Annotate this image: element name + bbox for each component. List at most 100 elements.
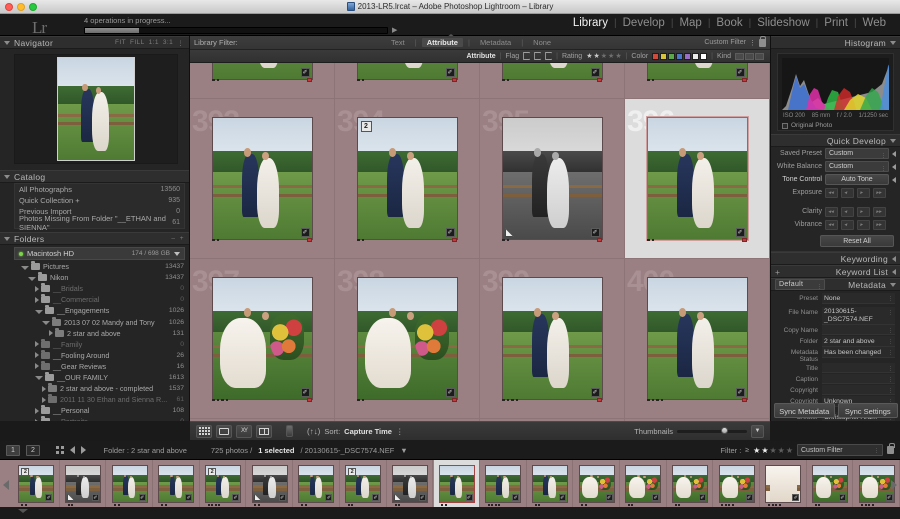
filmstrip-thumbnail[interactable]: ✐ [485, 464, 522, 503]
vibrance-plus-plus-button[interactable]: ▸▸ [873, 219, 886, 230]
folder-row[interactable]: 2 star and above - completed 1537 [14, 383, 189, 394]
grid-cell[interactable]: 399✐ [480, 259, 625, 419]
saved-preset-row[interactable]: Saved Preset Custom ⋮ [771, 147, 900, 160]
folder-row[interactable]: 2011 11 30 Ethan and Sienna R... 61 [14, 394, 189, 405]
folder-disclosure-icon[interactable] [35, 418, 39, 421]
filmstrip-thumbnail[interactable]: ✐ [578, 464, 615, 503]
filmstrip-cell[interactable]: ✐ [107, 460, 154, 507]
library-filter-tabs[interactable]: Text | Attribute | Metadata | None [386, 38, 556, 47]
rating-filter-star-1[interactable]: ★ [586, 52, 592, 60]
color-label-chip-red[interactable] [742, 78, 747, 82]
module-library[interactable]: Library [567, 17, 614, 29]
folders-disclosure-icon[interactable] [4, 236, 10, 241]
grid-cell-rating-dots[interactable] [647, 78, 654, 82]
rating-filter-star-4[interactable]: ★ [608, 52, 614, 60]
thumbnail-size-slider[interactable] [677, 426, 747, 434]
color-label-chip-red[interactable] [452, 78, 457, 82]
develop-settings-badge[interactable]: ✐ [605, 493, 613, 501]
color-label-chip-red[interactable] [307, 238, 312, 242]
metadata-field[interactable]: Metadata Status Has been changed ⋮ [771, 347, 900, 363]
vibrance-steppers[interactable]: ◂◂ ◂ ▸ ▸▸ [825, 219, 886, 230]
go-forward-arrow-icon[interactable] [80, 446, 86, 454]
sort-direction-icon[interactable]: (↑↓) [307, 427, 320, 436]
color-label-chip-red[interactable] [597, 398, 602, 402]
filmstrip-filter-area[interactable]: Filter : ≥ ★ ★ ★ ★ ★ Custom Filter ⋮ [720, 443, 895, 456]
navigator-zoom-menu-icon[interactable]: ⋮ [177, 39, 184, 47]
zoom-window-button[interactable] [29, 3, 37, 11]
filmstrip-thumbnail[interactable]: 2 ✐ [205, 464, 242, 503]
filmstrip-track[interactable]: 2 ✐ ✐ ✐ ✐ 2 ✐ ✐ ✐ 2 ✐ ✐ ✐ ✐ ✐ ✐ ✐ ✐ ✐ ✐ ✐ ✐ [0, 460, 900, 507]
folder-row[interactable]: 2013 07 02 Mandy and Tony 1026 [14, 316, 189, 327]
filmstrip-thumbnail[interactable]: ✐ [438, 464, 475, 503]
develop-settings-badge[interactable]: ✐ [885, 493, 893, 501]
filmstrip-thumbnail[interactable]: 2 ✐ [18, 464, 55, 503]
filmstrip-previous-icon[interactable] [3, 480, 9, 490]
sort-menu-icon[interactable]: ⋮ [396, 427, 404, 436]
volume-row-macintosh-hd[interactable]: Macintosh HD 174 / 698 GB [14, 247, 185, 260]
grid-cell-rating-dots[interactable] [502, 398, 518, 402]
clarity-minus-button[interactable]: ◂ [841, 206, 854, 217]
folder-row[interactable]: __OUR FAMILY 1613 [14, 371, 189, 383]
develop-settings-badge[interactable]: ✐ [92, 493, 100, 501]
grid-cell[interactable]: 3942✐ [335, 99, 480, 259]
stack-count-badge[interactable]: 2 [360, 121, 372, 132]
grid-thumbnail[interactable]: ✐ [211, 117, 313, 240]
develop-settings-badge[interactable]: ✐ [278, 493, 286, 501]
color-swatch-3[interactable] [668, 52, 676, 60]
metadata-field-value[interactable]: 20130615-_DSC7574.NEF ⋮ [822, 307, 895, 325]
develop-settings-badge[interactable]: ✐ [745, 493, 753, 501]
grid-cell[interactable]: 398✐ [335, 259, 480, 419]
painter-spray-icon[interactable] [286, 425, 293, 437]
keywording-disclosure-icon[interactable] [892, 255, 896, 262]
filmstrip-cell[interactable]: 2 ✐ [14, 460, 60, 507]
color-label-swatches[interactable] [652, 52, 708, 60]
metadata-header[interactable]: Default ⋮ Metadata [771, 278, 900, 291]
grid-cell[interactable]: 396✐ [625, 99, 770, 259]
filmstrip-cell[interactable]: ✐ [60, 460, 107, 507]
clarity-row[interactable]: Clarity ◂◂ ◂ ▸ ▸▸ [771, 205, 900, 218]
filmstrip-toggle-icon[interactable] [18, 509, 28, 513]
white-balance-select[interactable]: Custom ⋮ [825, 161, 889, 172]
navigator-zoom-fill[interactable]: FILL [130, 39, 145, 47]
close-window-button[interactable] [5, 3, 13, 11]
vibrance-plus-button[interactable]: ▸ [857, 219, 870, 230]
filmstrip-thumbnail[interactable]: ✐ [625, 464, 662, 503]
metadata-field[interactable]: Title ⋮ [771, 363, 900, 374]
flag-pick-icon[interactable] [523, 52, 530, 60]
saved-preset-collapse-icon[interactable] [892, 150, 896, 157]
navigator-preview[interactable] [14, 54, 178, 164]
folders-header[interactable]: Folders – + [0, 232, 189, 245]
module-develop[interactable]: Develop [617, 17, 671, 29]
folder-disclosure-icon[interactable] [21, 265, 29, 270]
metadata-preset-value[interactable]: None ⋮ [822, 293, 895, 304]
kind-virtual-copy-icon[interactable] [745, 52, 754, 60]
histogram-header[interactable]: Histogram [771, 36, 900, 49]
develop-settings-badge[interactable]: ✐ [698, 493, 706, 501]
library-filter-bar[interactable]: Library Filter: Text | Attribute | Metadata |… [190, 35, 770, 50]
grid-cell-rating-dots[interactable] [357, 78, 364, 82]
toolbar-options-button[interactable]: ▼ [751, 424, 764, 438]
exposure-steppers[interactable]: ◂◂ ◂ ▸ ▸▸ [825, 187, 886, 198]
develop-settings-badge[interactable]: ✐ [325, 493, 333, 501]
module-slideshow[interactable]: Slideshow [751, 17, 815, 29]
folder-disclosure-icon[interactable] [42, 385, 46, 392]
grid-cell[interactable]: 389✐ [190, 63, 335, 99]
survey-view-button[interactable] [256, 424, 272, 438]
filmstrip-thumbnail[interactable]: ✐ [531, 464, 568, 503]
stack-count-badge[interactable]: 2 [348, 467, 357, 476]
exposure-minus-minus-button[interactable]: ◂◂ [825, 187, 838, 198]
module-book[interactable]: Book [710, 17, 748, 29]
histogram-graph[interactable] [782, 58, 889, 110]
exposure-plus-plus-button[interactable]: ▸▸ [873, 187, 886, 198]
color-label-chip-red[interactable] [307, 398, 312, 402]
filmstrip-cell[interactable]: ✐ [620, 460, 667, 507]
filmstrip-thumbnail[interactable]: ✐ [718, 464, 755, 503]
library-filter-tab-none[interactable]: None [528, 38, 556, 47]
filmstrip-custom-filter-select[interactable]: Custom Filter ⋮ [797, 444, 883, 456]
filmstrip-thumbnail[interactable]: 2 ✐ [345, 464, 382, 503]
filmstrip-cell[interactable]: ✐ [434, 460, 480, 507]
navigator-zoom-fit[interactable]: FIT [115, 39, 126, 47]
library-filter-tab-attribute[interactable]: Attribute [421, 38, 463, 47]
exposure-row[interactable]: Exposure ◂◂ ◂ ▸ ▸▸ [771, 186, 900, 199]
filmstrip-thumbnail[interactable]: ✐ [671, 464, 708, 503]
